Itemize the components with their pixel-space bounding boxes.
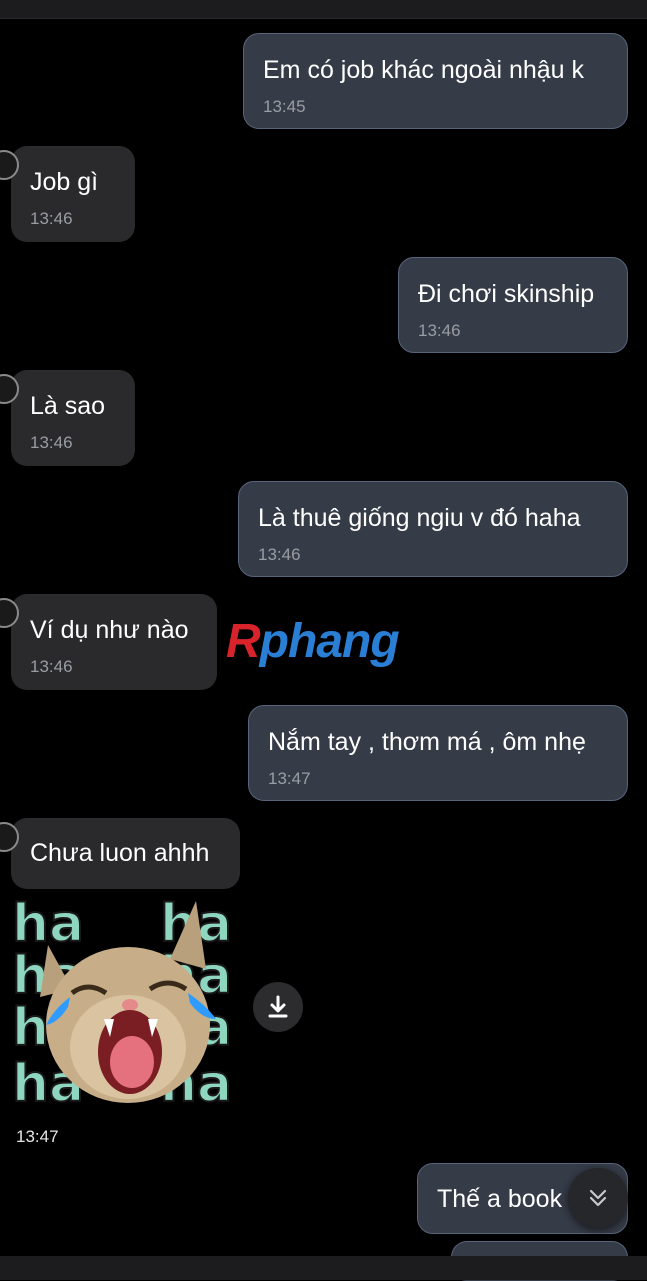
message-text: Thế a book bbox=[437, 1185, 563, 1213]
message-text: Chưa luon ahhh bbox=[30, 839, 210, 867]
bottom-input-bar bbox=[0, 1256, 647, 1280]
message-time: 13:46 bbox=[30, 209, 73, 228]
message-bubble-received[interactable]: Là sao 13:46 bbox=[0, 370, 135, 466]
avatar[interactable] bbox=[0, 822, 19, 852]
message-time: 13:46 bbox=[30, 433, 73, 452]
message-text: Em có job khác ngoài nhậu k bbox=[263, 56, 585, 84]
message-bubble-sent[interactable]: Đi chơi skinship 13:46 bbox=[398, 257, 628, 353]
message-time: 13:46 bbox=[418, 321, 461, 340]
message-text: Ví dụ như nào bbox=[30, 616, 189, 644]
laughing-cat-sticker[interactable]: ha ha ha ha ha ha ha ha bbox=[10, 897, 236, 1111]
message-bubble-sent[interactable]: Nắm tay , thơm má , ôm nhẹ 13:47 bbox=[248, 705, 628, 801]
message-bubble-received[interactable]: Ví dụ như nào 13:46 bbox=[0, 594, 217, 690]
top-status-bar bbox=[0, 0, 647, 19]
message-bubble-received[interactable]: Chưa luon ahhh bbox=[0, 818, 240, 889]
message-time: 13:46 bbox=[258, 545, 301, 564]
avatar[interactable] bbox=[0, 150, 19, 180]
message-bubble-received[interactable]: Job gì 13:46 bbox=[0, 146, 135, 242]
avatar[interactable] bbox=[0, 374, 19, 404]
message-text: Đi chơi skinship bbox=[418, 280, 595, 308]
message-time: 13:47 bbox=[268, 769, 311, 788]
message-text: Nắm tay , thơm má , ôm nhẹ bbox=[268, 728, 586, 756]
message-text: Là thuê giống ngiu v đó haha bbox=[258, 504, 581, 532]
message-text: Job gì bbox=[30, 168, 99, 196]
sticker-time: 13:47 bbox=[16, 1127, 59, 1146]
message-bubble-sent[interactable]: Em có job khác ngoài nhậu k 13:45 bbox=[243, 33, 628, 129]
download-icon bbox=[268, 995, 288, 1018]
scroll-to-bottom-button[interactable] bbox=[568, 1168, 628, 1228]
message-bubble-sent[interactable]: Là thuê giống ngiu v đó haha 13:46 bbox=[238, 481, 628, 577]
watermark-logo: Rphang bbox=[226, 615, 400, 668]
message-text: Là sao bbox=[30, 392, 106, 420]
message-time: 13:46 bbox=[30, 657, 73, 676]
chevron-double-down-icon bbox=[589, 1189, 607, 1207]
download-button[interactable] bbox=[253, 982, 303, 1032]
avatar[interactable] bbox=[0, 598, 19, 628]
message-time: 13:45 bbox=[263, 97, 306, 116]
